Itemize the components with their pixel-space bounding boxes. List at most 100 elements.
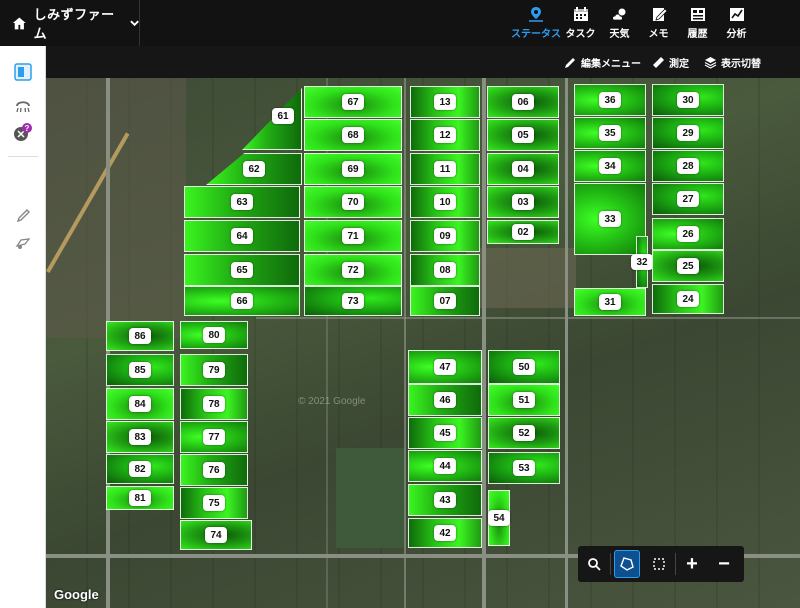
field-34[interactable]	[574, 150, 646, 182]
nav-memo[interactable]: メモ	[639, 0, 678, 46]
road	[404, 78, 406, 608]
satellite-map[interactable]: 67 13 06 36 30 61 68 12 05 35 29 62 69 11 04 34 28 63 70 10…	[46, 78, 800, 608]
polygon-icon	[620, 557, 634, 571]
history-icon	[690, 8, 705, 21]
edit-menu-button[interactable]: 編集メニュー	[564, 46, 641, 78]
nav-history-label: 履歴	[687, 29, 708, 40]
home-icon	[12, 17, 26, 30]
field-61[interactable]	[242, 88, 302, 150]
field-75[interactable]	[180, 487, 248, 519]
field-68[interactable]	[304, 119, 402, 151]
field-63[interactable]	[184, 186, 300, 218]
map-pin-icon	[529, 7, 543, 22]
field-02[interactable]	[487, 220, 559, 244]
field-31[interactable]	[574, 288, 646, 316]
urban-area	[46, 78, 186, 338]
field-67[interactable]	[304, 86, 402, 118]
field-86[interactable]	[106, 321, 174, 351]
field-83[interactable]	[106, 421, 174, 453]
field-81[interactable]	[106, 486, 174, 510]
field-13[interactable]	[410, 86, 480, 118]
field-42[interactable]	[408, 518, 482, 548]
field-03[interactable]	[487, 186, 559, 218]
field-62[interactable]	[206, 153, 302, 185]
nav-analysis[interactable]: 分析	[717, 0, 756, 46]
pencil-icon	[16, 209, 30, 223]
field-45[interactable]	[408, 417, 482, 449]
field-06[interactable]	[487, 86, 559, 118]
field-28[interactable]	[652, 150, 724, 182]
field-64[interactable]	[184, 220, 300, 252]
field-78[interactable]	[180, 388, 248, 420]
field-09[interactable]	[410, 220, 480, 252]
field-29[interactable]	[652, 117, 724, 149]
field-77[interactable]	[180, 421, 248, 453]
field-74[interactable]	[180, 520, 252, 550]
field-05[interactable]	[487, 119, 559, 151]
field-80[interactable]	[180, 321, 248, 349]
field-82[interactable]	[106, 454, 174, 484]
tractor-tool-button[interactable]	[11, 231, 35, 255]
field-65[interactable]	[184, 254, 300, 286]
field-54[interactable]	[488, 490, 510, 546]
nav-weather-label: 天気	[609, 29, 630, 40]
measure-label: 測定	[669, 58, 689, 70]
panel-toggle-button[interactable]	[11, 60, 35, 84]
road	[256, 317, 800, 319]
nav-weather[interactable]: 天気	[600, 0, 639, 46]
display-toggle-button[interactable]: 表示切替	[704, 46, 761, 78]
field-85[interactable]	[106, 354, 174, 386]
display-toggle-label: 表示切替	[721, 58, 761, 70]
field-12[interactable]	[410, 119, 480, 151]
field-07[interactable]	[410, 286, 480, 316]
ruler-icon	[653, 56, 664, 68]
field-27[interactable]	[652, 183, 724, 215]
field-26[interactable]	[652, 218, 724, 250]
zoom-in-button[interactable]: +	[676, 546, 708, 582]
zoom-out-button[interactable]: −	[708, 546, 740, 582]
panel-icon	[14, 63, 32, 81]
field-47[interactable]	[408, 350, 482, 384]
draw-tool-button[interactable]	[11, 204, 35, 228]
field-53[interactable]	[488, 452, 560, 484]
field-25[interactable]	[652, 250, 724, 282]
field-32[interactable]	[636, 236, 648, 288]
nav-status[interactable]: ステータス	[511, 0, 561, 46]
field-11[interactable]	[410, 153, 480, 185]
measure-button[interactable]: 測定	[652, 46, 689, 78]
field-50[interactable]	[488, 350, 560, 384]
field-79[interactable]	[180, 354, 248, 386]
field-44[interactable]	[408, 450, 482, 482]
field-71[interactable]	[304, 220, 402, 252]
field-76[interactable]	[180, 454, 248, 486]
irrigation-button[interactable]	[11, 94, 35, 118]
polygon-select-button[interactable]	[614, 550, 640, 578]
field-10[interactable]	[410, 186, 480, 218]
field-70[interactable]	[304, 186, 402, 218]
field-69[interactable]	[304, 153, 402, 185]
field-72[interactable]	[304, 254, 402, 286]
field-52[interactable]	[488, 417, 560, 449]
nav-history[interactable]: 履歴	[678, 0, 717, 46]
help-layer-button[interactable]: ?	[11, 120, 35, 144]
field-73[interactable]	[304, 286, 402, 316]
field-66[interactable]	[184, 286, 300, 316]
field-30[interactable]	[652, 84, 724, 116]
search-tool-button[interactable]	[578, 546, 610, 582]
field-43[interactable]	[408, 484, 482, 516]
google-logo: Google	[54, 587, 99, 602]
nav-task[interactable]: タスク	[561, 0, 600, 46]
question-badge-icon: ?	[14, 123, 32, 141]
top-header: しみずファーム ステータス タスク 天気 メモ 履歴 分析	[0, 0, 800, 46]
field-51[interactable]	[488, 384, 560, 416]
field-36[interactable]	[574, 84, 646, 116]
field-24[interactable]	[652, 284, 724, 314]
farm-selector[interactable]: しみずファーム	[0, 0, 140, 46]
field-35[interactable]	[574, 117, 646, 149]
field-46[interactable]	[408, 384, 482, 416]
rect-select-button[interactable]	[643, 546, 675, 582]
field-84[interactable]	[106, 388, 174, 420]
farm-plot	[336, 448, 406, 548]
field-04[interactable]	[487, 153, 559, 185]
field-08[interactable]	[410, 254, 480, 286]
